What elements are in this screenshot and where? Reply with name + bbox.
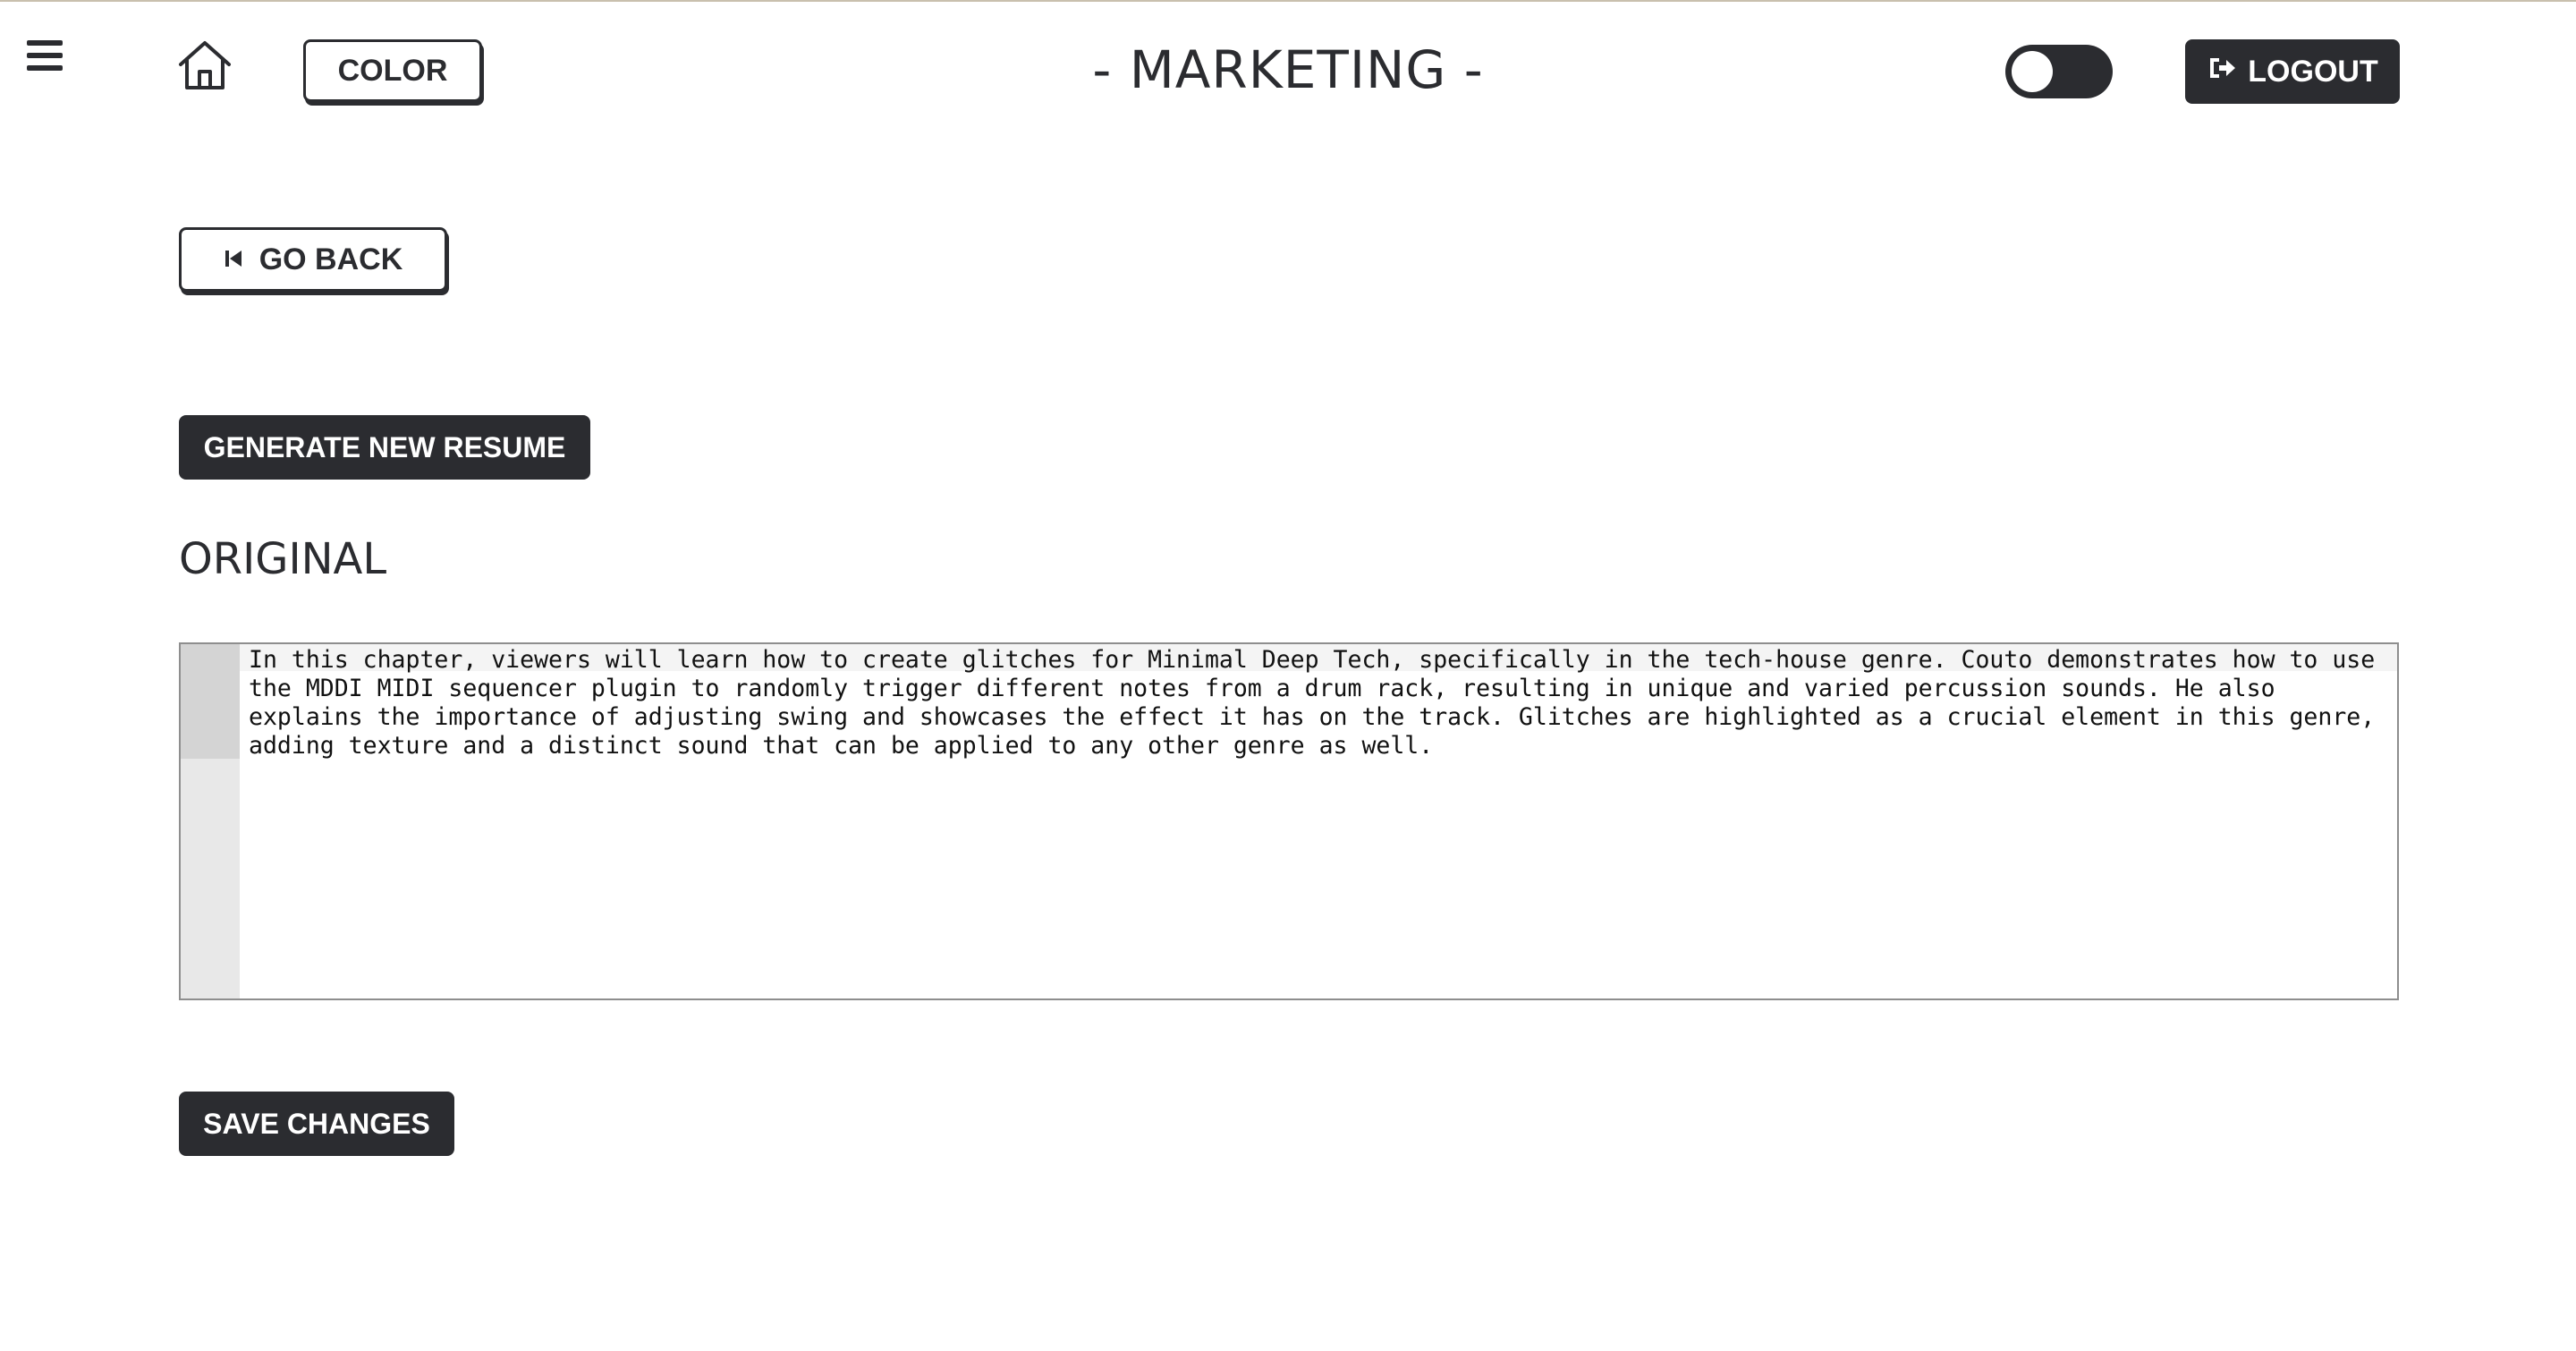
logout-button[interactable]: LOGOUT xyxy=(2185,39,2400,104)
editor-gutter xyxy=(181,644,240,998)
active-line-gutter xyxy=(181,644,240,759)
text-editor[interactable]: In this chapter, viewers will learn how … xyxy=(179,642,2399,1000)
go-back-label: GO BACK xyxy=(258,242,403,276)
sign-out-icon xyxy=(2207,53,2237,91)
home-icon[interactable] xyxy=(177,39,233,91)
hamburger-menu-icon[interactable] xyxy=(27,38,63,73)
theme-toggle[interactable] xyxy=(2005,45,2113,98)
editor-content[interactable]: In this chapter, viewers will learn how … xyxy=(249,646,2377,760)
save-changes-button[interactable]: SAVE CHANGES xyxy=(179,1092,454,1156)
section-heading-original: ORIGINAL xyxy=(179,534,387,584)
skip-back-icon xyxy=(224,242,243,277)
generate-new-resume-button[interactable]: GENERATE NEW RESUME xyxy=(179,415,590,480)
page-title: - MARKETING - xyxy=(1092,39,1484,100)
logout-label: LOGOUT xyxy=(2248,54,2378,89)
color-button[interactable]: COLOR xyxy=(303,39,482,102)
page: COLOR - MARKETING - LOGOUT GO BACK GENER… xyxy=(0,0,2576,1351)
go-back-button[interactable]: GO BACK xyxy=(179,227,447,292)
toggle-knob xyxy=(2012,51,2053,92)
